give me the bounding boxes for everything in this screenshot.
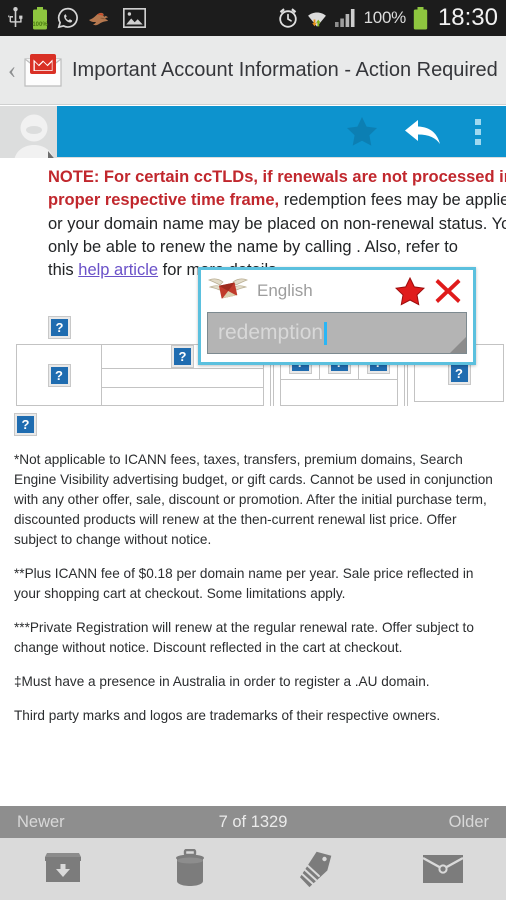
message-action-bar [57, 106, 506, 157]
mark-unread-button[interactable] [380, 838, 506, 900]
gallery-image-icon [123, 8, 146, 28]
broken-image-icon[interactable]: ? [47, 363, 71, 387]
subject-header: ‹ Important Account Information - Action… [0, 36, 506, 105]
delete-button[interactable] [127, 838, 254, 900]
table-row [281, 380, 397, 405]
reply-arrow-icon [405, 119, 440, 144]
archive-icon [45, 853, 82, 882]
overflow-menu-icon [475, 138, 481, 145]
whatsapp-icon [57, 7, 79, 29]
conversation-nav-strip: Newer 7 of 1329 Older [0, 806, 506, 838]
table-cell [102, 388, 263, 406]
signal-bars-icon [334, 8, 357, 28]
trash-icon [175, 849, 204, 886]
mark-unread-icon [422, 855, 464, 883]
fineprint-paragraph: **Plus ICANN fee of $0.18 per domain nam… [14, 566, 474, 602]
translate-popup[interactable]: English redemption [198, 267, 476, 365]
page-title: Important Account Information - Action R… [72, 58, 498, 81]
status-bar: 100% 100% 18:30 [0, 0, 506, 36]
bottom-toolbar [0, 838, 506, 900]
star-button[interactable] [334, 106, 390, 157]
note-normal-text: this [48, 261, 79, 279]
translate-input[interactable]: redemption [207, 312, 467, 354]
archive-button[interactable] [0, 838, 127, 900]
usb-icon [8, 7, 23, 29]
star-icon [395, 276, 425, 306]
note-line-2: proper respective time frame, redemption… [0, 189, 506, 212]
phone-screen: 100% 100% 18:30 ‹ Important Account Info… [0, 0, 506, 900]
conversation-position-label: 7 of 1329 [218, 812, 288, 831]
table-cell [102, 369, 263, 388]
help-article-link[interactable]: help article [78, 261, 158, 279]
note-line-4: only be able to renew the name by callin… [48, 237, 458, 256]
translate-language-label[interactable]: English [257, 281, 391, 301]
favorite-button[interactable] [391, 276, 429, 306]
broken-image-icon[interactable]: ? [171, 345, 194, 369]
star-icon [347, 117, 377, 146]
avatar-wrap [5, 108, 62, 158]
close-x-icon [435, 279, 461, 303]
note-bold-text: proper respective time frame, [48, 191, 280, 210]
translate-popup-header: English [201, 270, 473, 312]
note-line-3: or your domain name may be placed on non… [48, 214, 506, 233]
broken-image-row-bottom: ? [0, 410, 506, 437]
message-body[interactable]: NOTE: For certain ccTLDs, if renewals ar… [0, 158, 506, 806]
wifi-icon [306, 8, 328, 29]
fineprint-section: *Not applicable to ICANN fees, taxes, tr… [0, 436, 506, 726]
back-button[interactable]: ‹ [2, 58, 22, 83]
clock-label: 18:30 [437, 4, 498, 31]
overflow-menu-button[interactable] [456, 106, 500, 157]
note-normal-text: redemption fees may be applied and [283, 191, 506, 210]
reply-button[interactable] [390, 106, 456, 157]
battery-icon [413, 6, 428, 30]
overflow-menu-icon [475, 118, 481, 125]
text-caret [324, 321, 328, 345]
fineprint-paragraph: ‡Must have a presence in Australia in or… [14, 673, 430, 689]
overflow-menu-icon [475, 128, 481, 135]
note-line-1: NOTE: For certain ccTLDs, if renewals ar… [0, 166, 506, 189]
table-cell: ? [17, 345, 102, 406]
battery-full-icon: 100% [32, 6, 48, 30]
battery-percent-label: 100% [363, 8, 407, 27]
broken-image-icon[interactable]: ? [48, 316, 71, 340]
alarm-clock-icon [277, 7, 299, 29]
winged-letter-icon [207, 274, 249, 309]
broken-image-icon[interactable]: ? [14, 413, 37, 437]
note-paragraph: NOTE: For certain ccTLDs, if renewals ar… [0, 158, 506, 282]
fineprint-paragraph: Third party marks and logos are trademar… [14, 707, 441, 723]
bird-icon [88, 8, 114, 28]
svg-text:100%: 100% [32, 22, 48, 28]
translate-input-value: redemption [218, 321, 324, 344]
resize-handle-icon[interactable] [450, 337, 466, 353]
label-tag-icon [300, 851, 332, 888]
broken-image-icon[interactable]: ? [447, 361, 471, 385]
fineprint-paragraph: ***Private Registration will renew at th… [14, 620, 474, 655]
label-button[interactable] [253, 838, 380, 900]
fineprint-paragraph: *Not applicable to ICANN fees, taxes, tr… [14, 452, 493, 548]
gmail-icon [22, 50, 64, 90]
note-bold-text: NOTE: For certain ccTLDs, if renewals ar… [48, 168, 506, 186]
avatar[interactable] [8, 111, 60, 158]
close-button[interactable] [429, 277, 467, 305]
